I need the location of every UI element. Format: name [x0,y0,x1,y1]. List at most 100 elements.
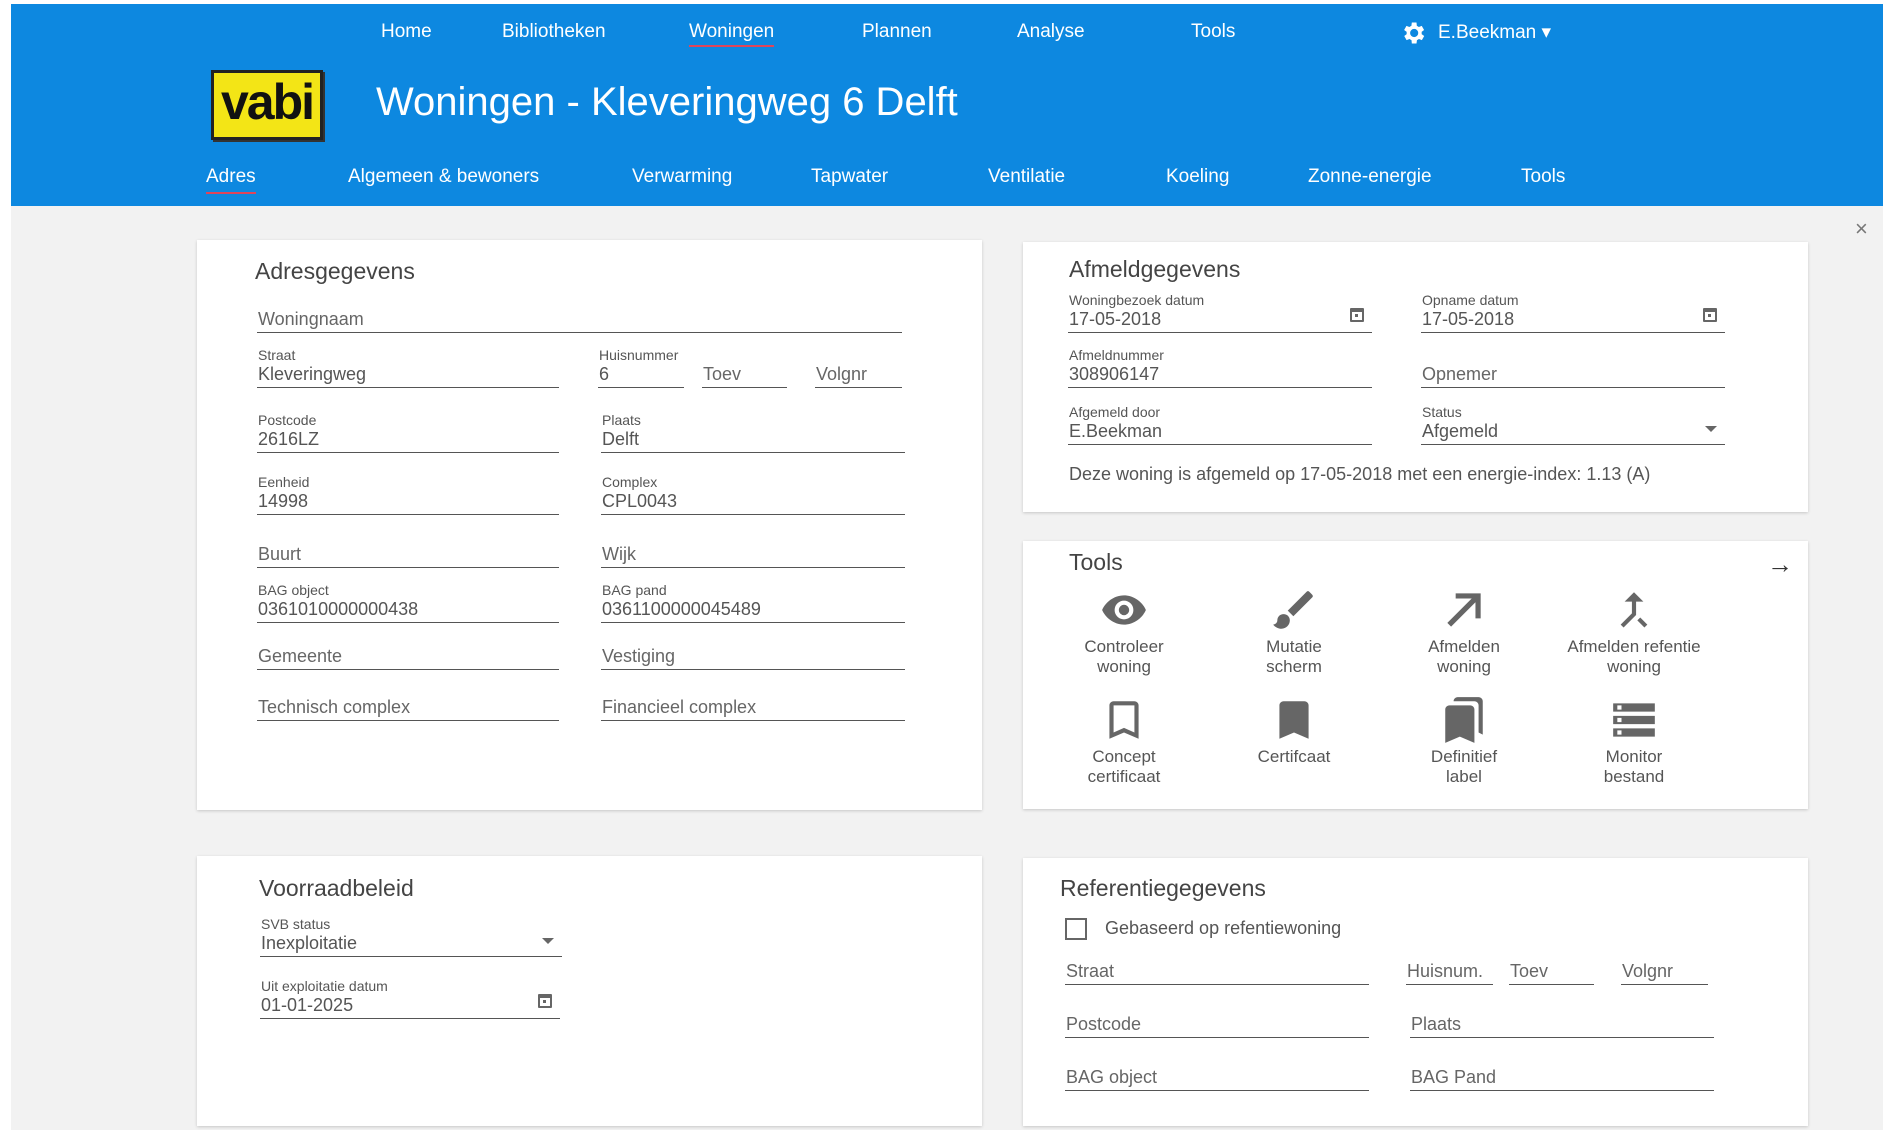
adres-title: Adresgegevens [255,258,415,284]
tool-certifcaat[interactable]: Certifcaat [1209,695,1379,769]
tab-algemeen-bewoners[interactable]: Algemeen & bewoners [348,166,539,188]
tab-adres[interactable]: Adres [206,166,256,194]
chevron-down-icon [542,938,554,944]
ref-huisnum-field[interactable]: Huisnum. [1406,944,1493,985]
financieel-complex-field[interactable]: Financieel complex [601,680,905,721]
ref-bag-pand-field[interactable]: BAG Pand [1410,1050,1714,1091]
svb-status-select[interactable]: SVB status Inexploitatie [260,916,562,957]
ref-bag-object-field[interactable]: BAG object [1065,1050,1369,1091]
bag-object-field[interactable]: BAG object 0361010000000438 [257,582,559,623]
postcode-field[interactable]: Postcode 2616LZ [257,412,559,453]
bookmark-outline-icon [1109,701,1139,739]
tool-label: Concept [1092,747,1156,766]
tool-label: bestand [1603,767,1665,786]
complex-label: Complex [602,474,658,490]
nav-bibliotheken[interactable]: Bibliotheken [502,21,606,43]
tool-label: scherm [1266,657,1322,676]
nav-analyse[interactable]: Analyse [1017,21,1085,43]
tool-definitief-label[interactable]: Definitief label [1379,695,1549,785]
woningnaam-field[interactable]: Woningnaam [257,292,902,333]
chevron-down-icon [1705,426,1717,432]
arrow-right-icon[interactable]: → [1767,549,1793,580]
bag-pand-field[interactable]: BAG pand 0361100000045489 [601,582,905,623]
tools-title: Tools [1069,549,1123,575]
straat-label: Straat [258,347,296,363]
volgnr-placeholder: Volgnr [816,364,868,384]
calendar-icon[interactable] [1703,308,1717,322]
calendar-icon[interactable] [538,994,552,1008]
referentie-card: Referentiegegevens Gebaseerd op refentie… [1023,858,1808,1126]
svb-status-value: Inexploitatie [261,933,358,953]
tool-label: Mutatie [1266,637,1322,656]
tool-afmelden-woning[interactable]: Afmelden woning [1379,585,1549,675]
tab-verwarming[interactable]: Verwarming [632,166,732,188]
tool-label: label [1446,767,1482,786]
tab-tapwater[interactable]: Tapwater [811,166,888,188]
straat-field[interactable]: Straat Kleveringweg [257,347,559,388]
tool-label: Controleer [1084,637,1164,656]
user-menu[interactable]: E.Beekman ▾ [1438,21,1551,44]
volgnr-field[interactable]: Volgnr [815,347,902,388]
ref-straat-field[interactable]: Straat [1065,944,1369,985]
tool-afmelden-refentie-woning[interactable]: Afmelden refentie woning [1549,585,1719,675]
svb-status-label: SVB status [261,916,331,932]
woningbezoek-field[interactable]: Woningbezoek datum 17-05-2018 [1068,292,1372,333]
ref-huisnum-placeholder: Huisnum. [1407,961,1484,981]
vestiging-placeholder: Vestiging [602,646,676,666]
uit-exploitatie-field[interactable]: Uit exploitatie datum 01-01-2025 [260,978,560,1019]
nav-tools[interactable]: Tools [1191,21,1235,43]
ref-postcode-field[interactable]: Postcode [1065,997,1369,1038]
eenheid-field[interactable]: Eenheid 14998 [257,474,559,515]
postcode-label: Postcode [258,412,317,428]
tab-tools[interactable]: Tools [1521,166,1565,188]
bag-pand-value: 0361100000045489 [602,599,761,619]
tool-label: Afmelden refentie [1567,637,1701,656]
plaats-value: Delft [602,429,640,449]
wijk-field[interactable]: Wijk [601,527,905,568]
afmeld-card: Afmeldgegevens Woningbezoek datum 17-05-2… [1023,242,1808,512]
buurt-field[interactable]: Buurt [257,527,559,568]
ref-toev-field[interactable]: Toev [1509,944,1594,985]
huisnummer-field[interactable]: Huisnummer 6 [598,347,684,388]
tool-label: certificaat [1087,767,1161,786]
eenheid-label: Eenheid [258,474,310,490]
gemeente-field[interactable]: Gemeente [257,629,559,670]
opnemer-field[interactable]: Opnemer [1421,347,1725,388]
calendar-icon[interactable] [1350,308,1364,322]
straat-value: Kleveringweg [258,364,367,384]
nav-woningen[interactable]: Woningen [689,21,775,47]
opname-field[interactable]: Opname datum 17-05-2018 [1421,292,1725,333]
ref-plaats-field[interactable]: Plaats [1410,997,1714,1038]
toev-field[interactable]: Toev [702,347,787,388]
afmeldnummer-value: 308906147 [1069,364,1160,384]
brush-icon [1273,591,1313,629]
tab-zonne-energie[interactable]: Zonne-energie [1308,166,1432,188]
tool-controleer-woning[interactable]: Controleer woning [1039,585,1209,675]
complex-field[interactable]: Complex CPL0043 [601,474,905,515]
afgemeld-door-field[interactable]: Afgemeld door E.Beekman [1068,404,1372,445]
afmeldnummer-field[interactable]: Afmeldnummer 308906147 [1068,347,1372,388]
status-select[interactable]: Status Afgemeld [1421,404,1725,445]
huisnummer-label: Huisnummer [599,347,679,363]
uit-exploitatie-label: Uit exploitatie datum [261,978,388,994]
close-icon[interactable]: × [1855,216,1868,242]
huisnummer-value: 6 [599,364,610,384]
plaats-field[interactable]: Plaats Delft [601,412,905,453]
ref-volgnr-field[interactable]: Volgnr [1621,944,1708,985]
tab-koeling[interactable]: Koeling [1166,166,1229,188]
referentie-checkbox[interactable] [1065,918,1087,940]
ref-postcode-placeholder: Postcode [1066,1014,1142,1034]
technisch-complex-placeholder: Technisch complex [258,697,411,717]
gear-icon[interactable] [1399,19,1427,47]
bookmark-icon [1279,701,1309,739]
tool-concept-certificaat[interactable]: Concept certificaat [1039,695,1209,785]
nav-plannen[interactable]: Plannen [862,21,932,43]
woningbezoek-label: Woningbezoek datum [1069,292,1205,308]
technisch-complex-field[interactable]: Technisch complex [257,680,559,721]
nav-home[interactable]: Home [381,21,432,43]
ref-volgnr-placeholder: Volgnr [1622,961,1674,981]
tool-monitor-bestand[interactable]: Monitor bestand [1549,695,1719,785]
tool-mutatie-scherm[interactable]: Mutatie scherm [1209,585,1379,675]
vestiging-field[interactable]: Vestiging [601,629,905,670]
tab-ventilatie[interactable]: Ventilatie [988,166,1065,188]
